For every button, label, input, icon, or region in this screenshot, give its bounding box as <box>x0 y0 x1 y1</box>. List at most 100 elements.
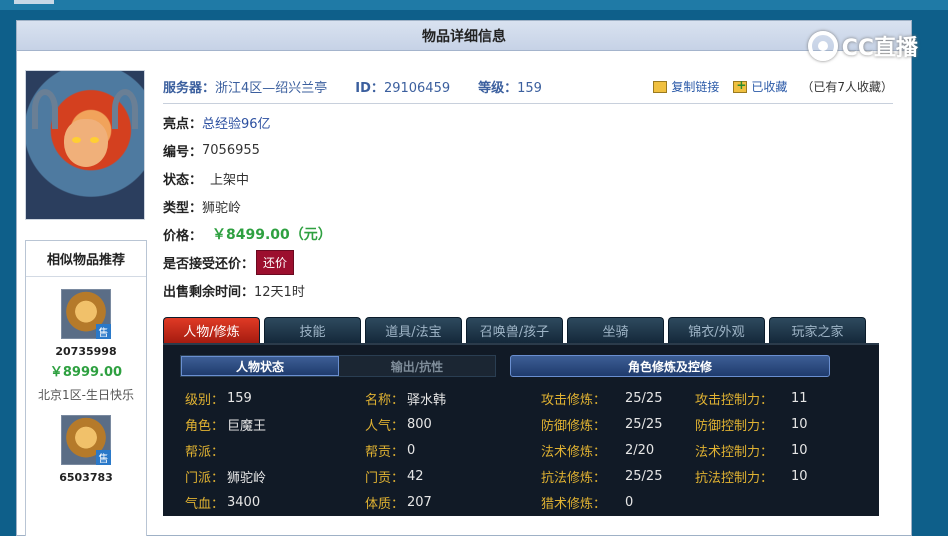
cultivation-label: 法术修炼： <box>541 444 607 460</box>
avatar-eye-left <box>72 137 81 143</box>
copy-link-button[interactable]: 复制链接 <box>653 78 719 95</box>
remaining-label: 出售剩余时间： <box>163 284 255 300</box>
control-label: 攻击控制力： <box>695 392 774 408</box>
id-label: ID： <box>355 81 384 96</box>
stat-label: 气血： <box>185 496 225 512</box>
cultivation-value: 0 <box>625 494 634 510</box>
sub-tab-status[interactable]: 人物状态 <box>181 356 339 376</box>
similar-item-price: ￥8999.00 <box>49 365 123 380</box>
price-value: ￥8499.00（元） <box>212 227 332 243</box>
cultivation-label: 抗法修炼： <box>541 470 607 486</box>
stat-label: 门派： <box>185 470 225 486</box>
bargain-row: 是否接受还价： 还价 <box>163 248 893 276</box>
similar-title: 相似物品推荐 <box>26 241 146 277</box>
highlight-value: 总经验96亿 <box>202 116 271 132</box>
id-value: 29106459 <box>383 81 451 96</box>
stat-value: 狮驼岭 <box>227 470 267 486</box>
cultivation-label: 猎术修炼： <box>541 496 607 512</box>
cultivation-value: 25/25 <box>625 390 663 406</box>
top-bar <box>0 0 948 10</box>
stats-row: 级别： 159 名称： 驿水韩 攻击修炼： 25/25 攻击控制力： 11 <box>185 385 875 411</box>
control-value: 11 <box>791 390 808 406</box>
type-value: 狮驼岭 <box>202 200 242 216</box>
top-tab[interactable] <box>14 0 54 4</box>
similar-item-thumb[interactable]: 售 <box>61 415 111 465</box>
status-row: 状态： 上架中 <box>163 164 893 192</box>
similar-item[interactable]: 售 6503783 <box>26 403 146 484</box>
tab-character[interactable]: 人物/修炼 <box>163 317 260 343</box>
stat-value: 800 <box>407 416 432 432</box>
remaining-row: 出售剩余时间： 12天1时 <box>163 276 893 304</box>
character-panel: 人物状态 输出/抗性 角色修炼及控修 级别： 159 名称： 驿水韩 攻击修炼：… <box>163 343 879 516</box>
type-label: 类型： <box>163 200 203 216</box>
status-label: 状态： <box>163 172 203 188</box>
level-value: 159 <box>517 81 542 96</box>
avatar-eye-right <box>90 137 99 143</box>
favorite-button[interactable]: 已收藏 <box>733 78 787 95</box>
panel-title: 物品详细信息 <box>17 21 911 51</box>
item-info: 服务器：浙江4区—绍兴兰亭 ID：29106459 等级：159 复制链接 已收… <box>163 70 893 304</box>
stat-label: 帮派： <box>185 444 225 460</box>
remaining-value: 12天1时 <box>254 284 305 300</box>
control-label: 法术控制力： <box>695 444 774 460</box>
similar-items: 相似物品推荐 售 20735998 ￥8999.00 北京1区-生日快乐 售 6… <box>25 240 147 536</box>
stat-value: 207 <box>407 494 432 510</box>
tab-home[interactable]: 玩家之家 <box>769 317 866 343</box>
favorite-icon <box>733 78 748 93</box>
server-field: 服务器：浙江4区—绍兴兰亭 <box>163 77 327 96</box>
serial-row: 编号： 7056955 <box>163 136 893 164</box>
control-label: 防御控制力： <box>695 418 774 434</box>
tab-outfits[interactable]: 锦衣/外观 <box>668 317 765 343</box>
bargain-label: 是否接受还价： <box>163 256 255 272</box>
control-value: 10 <box>791 442 808 458</box>
tab-mounts[interactable]: 坐骑 <box>567 317 664 343</box>
stat-label: 门贡： <box>365 470 405 486</box>
tab-pets[interactable]: 召唤兽/孩子 <box>466 317 563 343</box>
status-sub-tabs: 人物状态 输出/抗性 <box>180 355 496 377</box>
stat-value: 巨魔王 <box>227 418 267 434</box>
serial-value: 7056955 <box>202 142 260 158</box>
similar-item-id: 6503783 <box>59 471 113 484</box>
cultivation-value: 2/20 <box>625 442 655 458</box>
stats-row: 角色： 巨魔王 人气： 800 防御修炼： 25/25 防御控制力： 10 <box>185 411 875 437</box>
server-value: 浙江4区—绍兴兰亭 <box>215 81 328 96</box>
similar-item-server: 北京1区-生日快乐 <box>38 388 134 402</box>
highlight-label: 亮点： <box>163 116 203 132</box>
price-label: 价格： <box>163 228 203 244</box>
watermark: CC直播 <box>807 30 918 62</box>
info-header: 服务器：浙江4区—绍兴兰亭 ID：29106459 等级：159 复制链接 已收… <box>163 70 893 104</box>
id-field: ID：29106459 <box>355 77 450 96</box>
cultivation-header: 角色修炼及控修 <box>510 355 830 377</box>
control-value: 10 <box>791 416 808 432</box>
level-label: 等级： <box>478 81 518 96</box>
stats-row: 门派： 狮驼岭 门贡： 42 抗法修炼： 25/25 抗法控制力： 10 <box>185 463 875 489</box>
sub-tab-output[interactable]: 输出/抗性 <box>339 356 495 376</box>
bargain-button[interactable]: 还价 <box>256 249 295 275</box>
avatar-face <box>64 119 108 167</box>
cultivation-label: 防御修炼： <box>541 418 607 434</box>
stats-row: 气血： 3400 体质： 207 猎术修炼： 0 <box>185 489 875 515</box>
watermark-text: CC直播 <box>841 36 918 61</box>
favorite-label: 已收藏 <box>751 80 788 94</box>
tab-items[interactable]: 道具/法宝 <box>365 317 462 343</box>
control-value: 10 <box>791 468 808 484</box>
sell-badge: 售 <box>96 450 111 465</box>
copy-link-icon <box>653 80 668 93</box>
serial-label: 编号： <box>163 144 203 160</box>
stat-value: 3400 <box>227 494 261 510</box>
stat-label: 名称： <box>365 392 405 408</box>
cultivation-value: 25/25 <box>625 468 663 484</box>
stat-label: 体质： <box>365 496 405 512</box>
tab-skills[interactable]: 技能 <box>264 317 361 343</box>
similar-item[interactable]: 售 20735998 ￥8999.00 北京1区-生日快乐 <box>26 277 146 403</box>
favorite-count: （已有7人收藏） <box>801 80 893 94</box>
level-field: 等级：159 <box>478 77 542 96</box>
stat-label: 角色： <box>185 418 225 434</box>
highlight-row: 亮点： 总经验96亿 <box>163 108 893 136</box>
header-actions: 复制链接 已收藏 （已有7人收藏） <box>653 78 893 95</box>
horn-left <box>32 89 58 129</box>
type-row: 类型： 狮驼岭 <box>163 192 893 220</box>
stat-value: 驿水韩 <box>407 392 447 408</box>
similar-item-thumb[interactable]: 售 <box>61 289 111 339</box>
cc-logo-icon <box>807 31 838 61</box>
